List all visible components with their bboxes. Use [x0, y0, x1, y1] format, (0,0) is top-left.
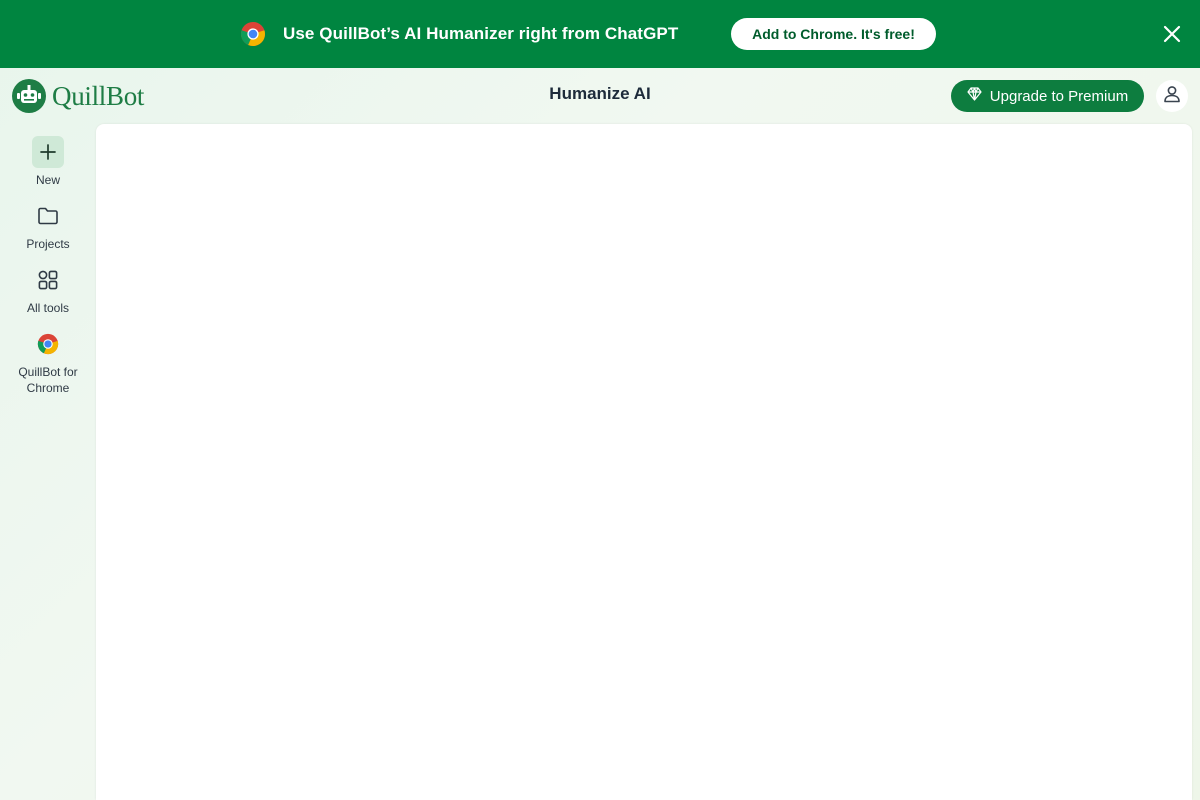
- chrome-icon: [240, 21, 266, 47]
- quillbot-logo-icon: [12, 79, 46, 113]
- sidebar-item-label: Projects: [26, 237, 70, 251]
- sidebar-item-new[interactable]: New: [0, 136, 96, 188]
- upgrade-to-premium-button[interactable]: Upgrade to Premium: [951, 80, 1144, 112]
- sidebar-item-label: All tools: [26, 301, 70, 315]
- chrome-icon: [32, 328, 64, 360]
- sidebar-item-quillbot-for-chrome[interactable]: QuillBot for Chrome: [0, 328, 96, 396]
- logo-text: QuillBot: [52, 80, 145, 111]
- sidebar-item-label: New: [35, 173, 60, 187]
- folder-icon: [32, 200, 64, 232]
- plus-icon: [32, 136, 64, 168]
- main-content-panel: [96, 124, 1192, 800]
- banner-message: Use QuillBot’s AI Humanizer right from C…: [283, 24, 679, 43]
- grid-icon: [32, 264, 64, 296]
- diamond-icon: [967, 87, 982, 105]
- add-to-chrome-button[interactable]: Add to Chrome. It's free!: [731, 18, 936, 50]
- sidebar-item-label: QuillBot for Chrome: [18, 365, 78, 395]
- sidebar-item-projects[interactable]: Projects: [0, 200, 96, 252]
- upgrade-label: Upgrade to Premium: [989, 87, 1129, 105]
- user-icon: [1162, 84, 1182, 109]
- quillbot-logo[interactable]: QuillBot: [12, 79, 144, 113]
- sidebar-item-all-tools[interactable]: All tools: [0, 264, 96, 316]
- close-icon[interactable]: [1160, 22, 1184, 46]
- account-button[interactable]: [1156, 80, 1188, 112]
- promo-banner: Use QuillBot’s AI Humanizer right from C…: [0, 0, 1200, 68]
